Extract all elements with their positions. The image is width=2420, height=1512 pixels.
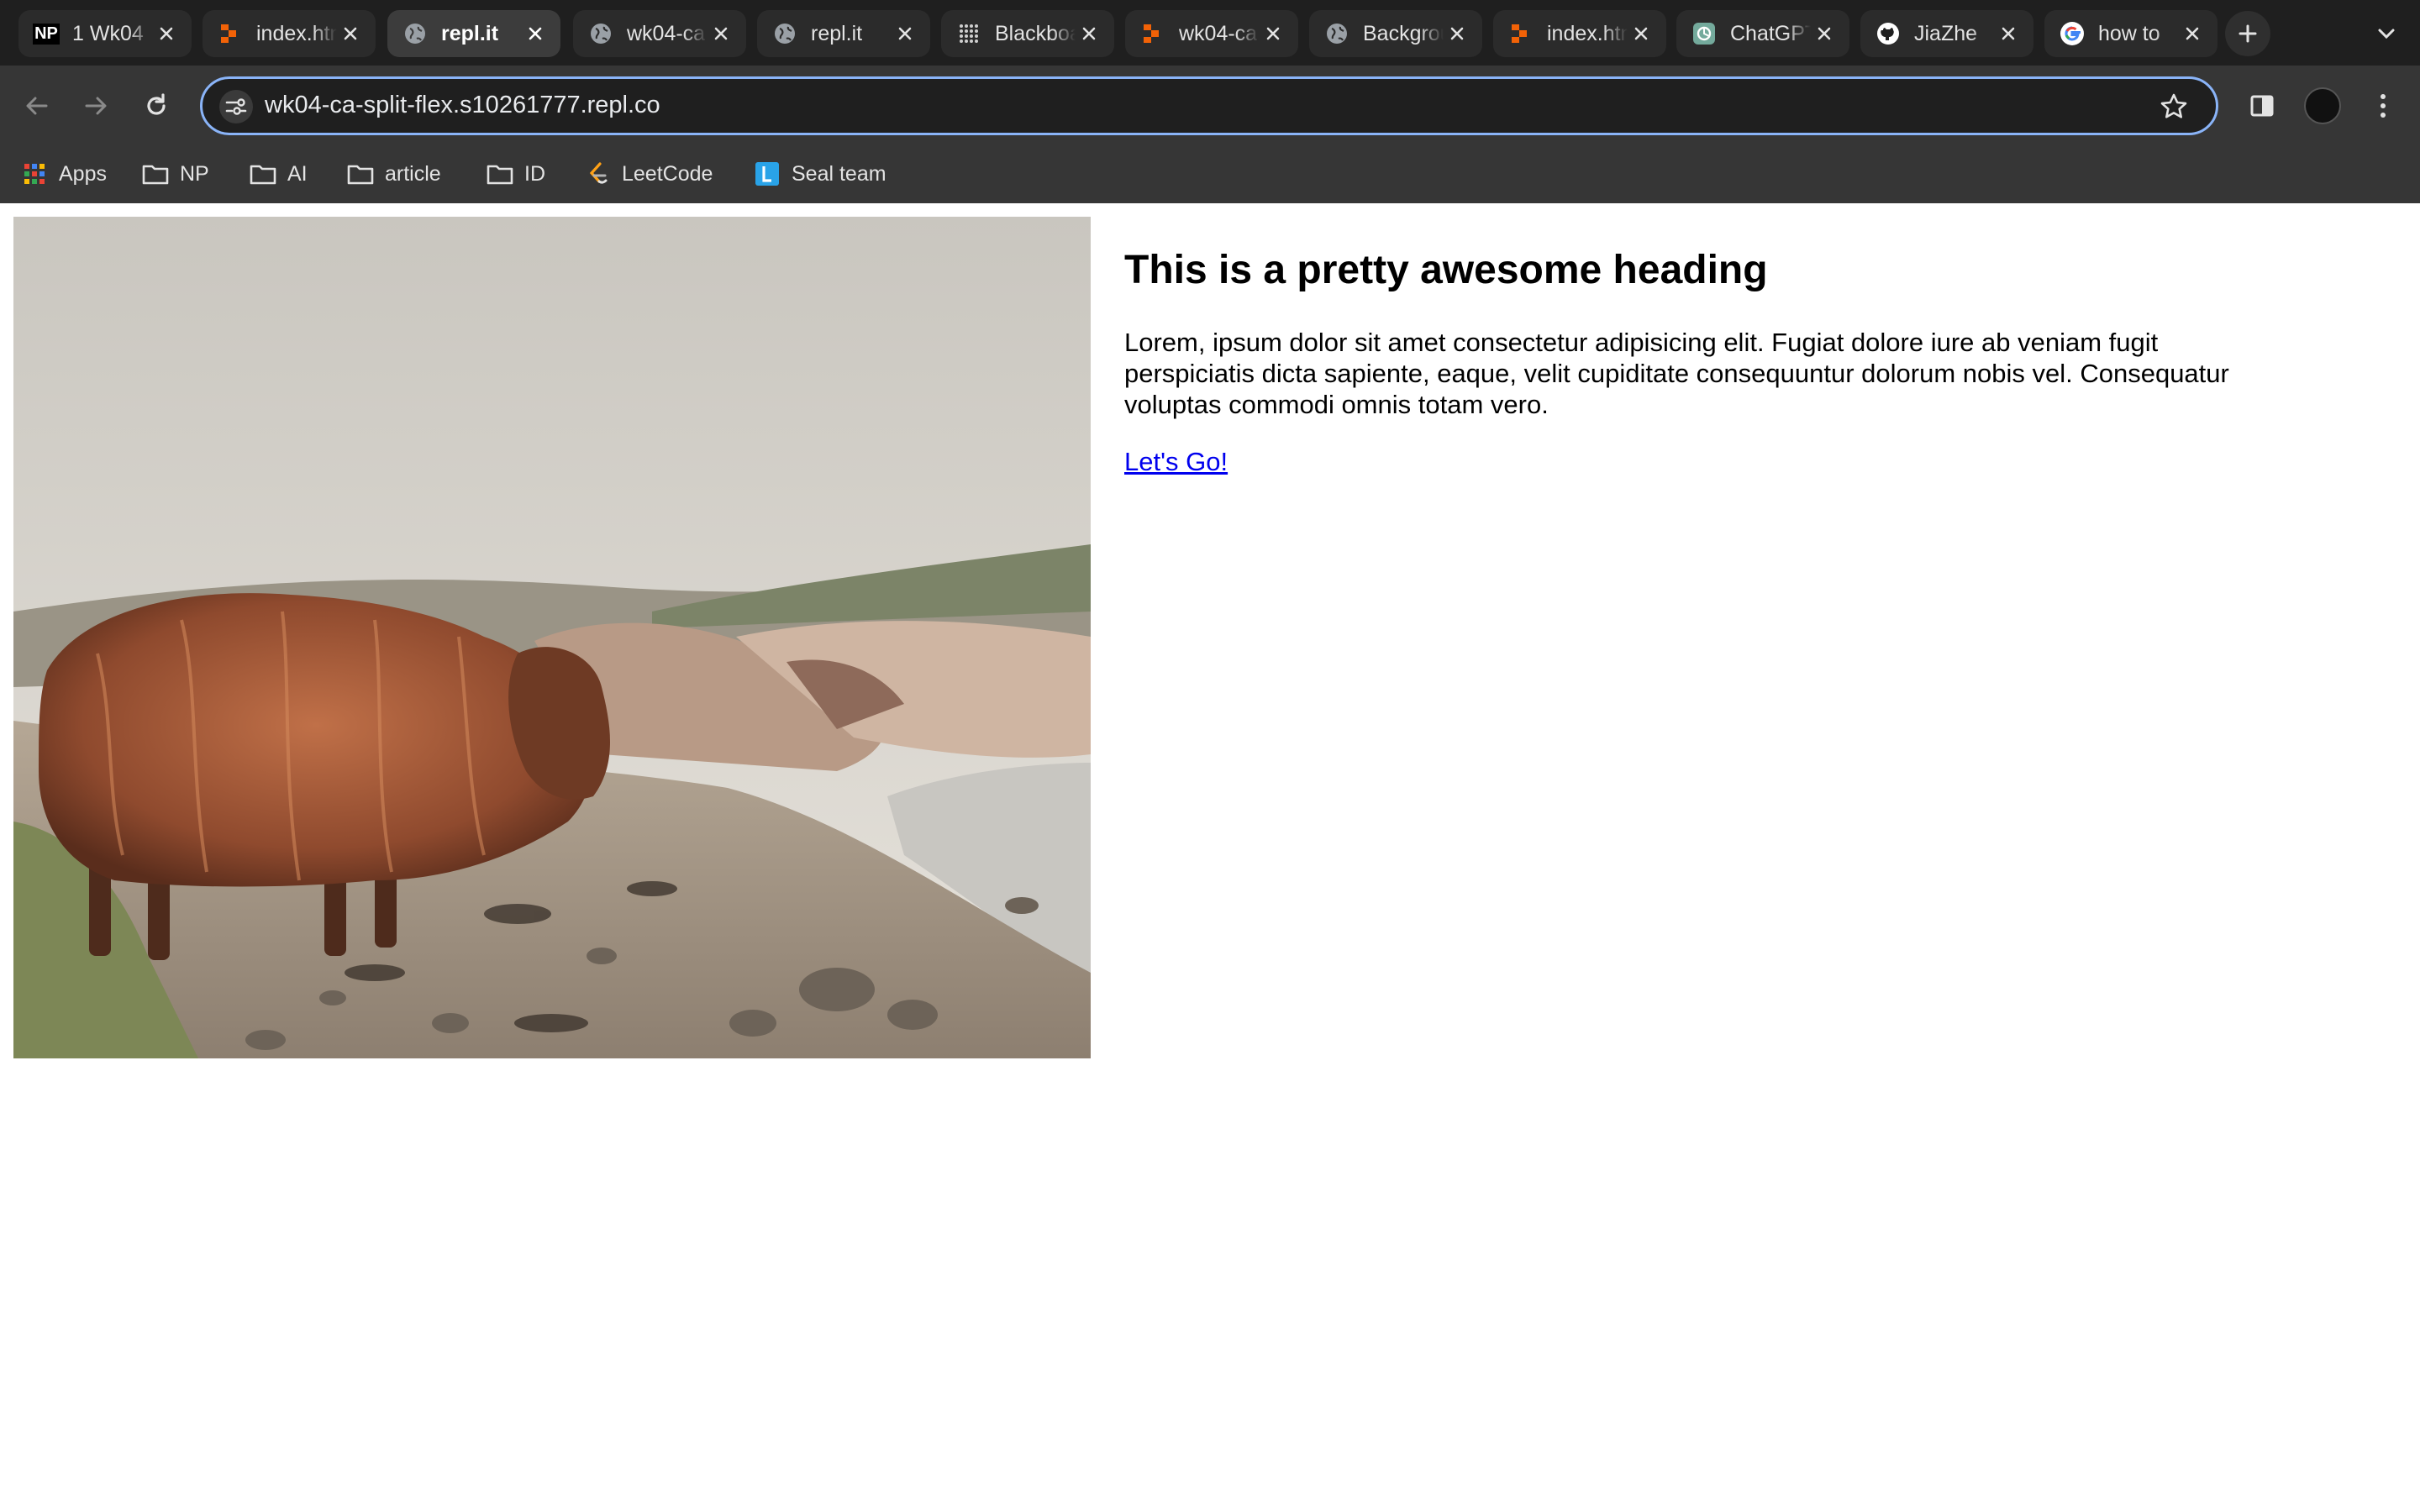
tab-title: JiaZhe <box>1914 21 1978 45</box>
close-icon[interactable] <box>1995 20 2022 47</box>
browser-menu-button[interactable] <box>2363 86 2403 126</box>
arrow-right-icon <box>85 97 107 115</box>
web-page: This is a pretty awesome heading Lorem, … <box>0 203 2420 1512</box>
chatgpt-favicon-icon <box>1691 21 1717 46</box>
tab[interactable]: Blackboard <box>941 10 1114 57</box>
tab[interactable]: how to <box>2044 10 2217 57</box>
bookmark-folder-id[interactable]: ID <box>486 155 545 193</box>
tab-title: wk04-ca <box>1179 21 1258 45</box>
more-vertical-icon <box>2381 94 2386 118</box>
side-panel-button[interactable] <box>2242 86 2282 126</box>
bookmark-folder-np[interactable]: NP <box>141 155 209 193</box>
bookmark-leetcode[interactable]: LeetCode <box>583 155 713 193</box>
tab[interactable]: repl.it <box>757 10 930 57</box>
bookmark-label: NP <box>180 161 209 186</box>
replit-favicon-icon <box>218 21 243 46</box>
side-panel-icon <box>2250 95 2274 117</box>
np-badge: NP <box>33 23 60 45</box>
close-icon[interactable] <box>1076 20 1102 47</box>
bookmark-star-icon[interactable] <box>2157 90 2191 123</box>
bookmark-seal-team[interactable]: Seal team <box>753 155 886 193</box>
close-icon[interactable] <box>522 20 549 47</box>
tab[interactable]: wk04-ca <box>1125 10 1298 57</box>
forward-button[interactable] <box>76 86 116 126</box>
hero-image <box>13 217 1091 1058</box>
globe-favicon-icon <box>772 21 797 46</box>
tab-title: ChatGPT <box>1730 21 1811 45</box>
tab-title: repl.it <box>441 21 499 45</box>
globe-favicon-icon <box>1324 21 1349 46</box>
back-button[interactable] <box>17 86 57 126</box>
bookmark-label: ID <box>524 161 545 186</box>
tab-title: index.html <box>256 21 337 45</box>
close-icon[interactable] <box>1260 20 1286 47</box>
bookmark-apps[interactable]: Apps <box>20 155 107 193</box>
tab-active[interactable]: repl.it <box>387 10 560 57</box>
close-icon[interactable] <box>708 20 734 47</box>
tab[interactable]: index.html <box>203 10 376 57</box>
lets-go-link[interactable]: Let's Go! <box>1124 446 1228 477</box>
new-tab-button[interactable] <box>2225 11 2270 56</box>
address-bar[interactable]: wk04-ca-split-flex.s10261777.repl.co <box>200 76 2218 135</box>
globe-favicon-icon <box>402 21 428 46</box>
tab-title: how to <box>2098 21 2160 45</box>
tab-strip: NP 1 Wk04 index.html repl.it wk04-ca rep… <box>0 0 2420 66</box>
bookmark-label: Apps <box>59 161 107 186</box>
tab[interactable]: ChatGPT <box>1676 10 1849 57</box>
site-settings-icon[interactable] <box>219 90 253 123</box>
highland-cow-photo <box>13 217 1091 1058</box>
globe-favicon-icon <box>588 21 613 46</box>
seal-team-icon <box>753 160 781 188</box>
tab-title: Background <box>1363 21 1444 45</box>
tab-search-button[interactable] <box>2370 17 2403 50</box>
folder-icon <box>346 160 375 188</box>
bookmark-label: AI <box>287 161 308 186</box>
folder-icon <box>141 160 170 188</box>
tab-title: Blackboard <box>995 21 1076 45</box>
chevron-down-icon <box>2378 29 2395 39</box>
blackboard-favicon-icon <box>956 21 981 46</box>
tab[interactable]: Background <box>1309 10 1482 57</box>
bookmark-label: article <box>385 161 441 186</box>
close-icon[interactable] <box>1811 20 1838 47</box>
close-icon[interactable] <box>153 20 180 47</box>
replit-favicon-icon <box>1140 21 1165 46</box>
bookmark-folder-ai[interactable]: AI <box>249 155 308 193</box>
content-column: This is a pretty awesome heading Lorem, … <box>1124 203 2233 477</box>
close-icon[interactable] <box>892 20 918 47</box>
close-icon[interactable] <box>1628 20 1655 47</box>
page-heading: This is a pretty awesome heading <box>1124 248 1768 292</box>
replit-favicon-icon <box>1508 21 1534 46</box>
body-paragraph: Lorem, ipsum dolor sit amet consectetur … <box>1124 328 2229 419</box>
apps-grid-icon <box>20 160 49 188</box>
tab-title: 1 Wk04 <box>72 21 144 45</box>
bookmarks-bar: Apps NP AI article ID LeetCode Seal team <box>0 146 2420 203</box>
arrow-left-icon <box>26 97 48 115</box>
tab-title: repl.it <box>811 21 863 45</box>
folder-icon <box>249 160 277 188</box>
folder-icon <box>486 160 514 188</box>
toolbar: wk04-ca-split-flex.s10261777.repl.co <box>0 66 2420 146</box>
tab-title: index.html <box>1547 21 1628 45</box>
plus-icon <box>2238 24 2257 43</box>
leetcode-icon <box>583 160 612 188</box>
reload-button[interactable] <box>136 86 176 126</box>
reload-icon <box>147 93 166 115</box>
address-text[interactable]: wk04-ca-split-flex.s10261777.repl.co <box>265 92 660 119</box>
close-icon[interactable] <box>337 20 364 47</box>
np-favicon-icon: NP <box>33 21 60 46</box>
tab[interactable]: JiaZhe <box>1860 10 2033 57</box>
github-favicon-icon <box>1876 21 1901 46</box>
tab-title: wk04-ca <box>627 21 706 45</box>
close-icon[interactable] <box>1444 20 1470 47</box>
bookmark-label: LeetCode <box>622 161 713 186</box>
google-favicon-icon <box>2060 21 2085 46</box>
bookmark-label: Seal team <box>792 161 886 186</box>
profile-avatar[interactable] <box>2304 87 2341 124</box>
tab[interactable]: index.html <box>1493 10 1666 57</box>
bookmark-folder-article[interactable]: article <box>346 155 441 193</box>
tab[interactable]: wk04-ca <box>573 10 746 57</box>
tab[interactable]: NP 1 Wk04 <box>18 10 192 57</box>
close-icon[interactable] <box>2179 20 2206 47</box>
